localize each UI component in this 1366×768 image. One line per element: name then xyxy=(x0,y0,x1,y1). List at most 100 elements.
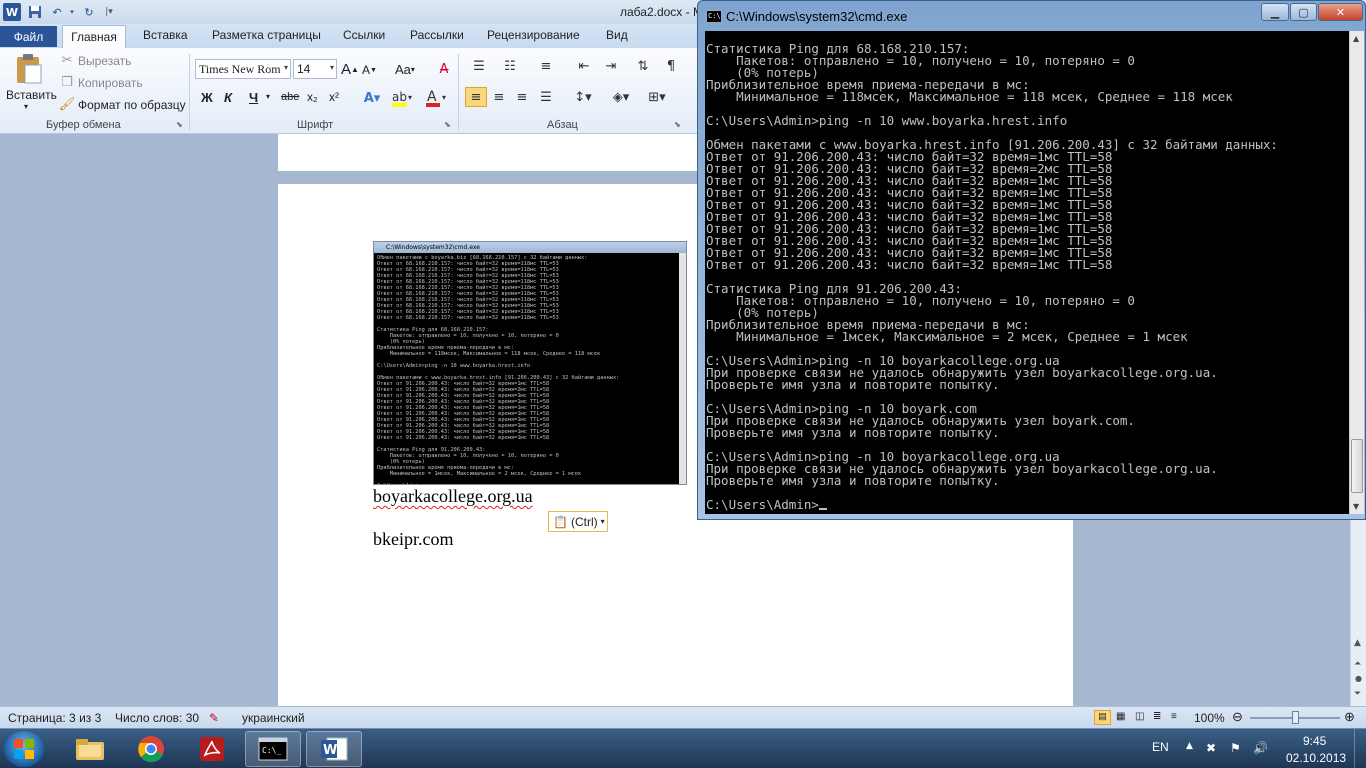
show-marks-icon[interactable]: ¶ xyxy=(661,58,681,74)
customize-qat-icon[interactable]: |▾ xyxy=(100,3,118,21)
strikethrough-button[interactable]: abe xyxy=(281,91,299,103)
redo-icon[interactable]: ↻ xyxy=(80,3,98,21)
paste-dropdown-icon[interactable]: ▾ xyxy=(24,102,28,111)
action-center-icon[interactable]: ⚑ xyxy=(1230,741,1241,755)
copy-icon[interactable]: ❐ xyxy=(60,75,74,90)
cmd-window[interactable]: C:\ C:\Windows\system32\cmd.exe ▁ ▢ ✕ Ст… xyxy=(697,0,1366,520)
underline-dropdown-icon[interactable]: ▾ xyxy=(266,92,270,101)
paste-options-button[interactable]: 📋 (Ctrl) ▾ xyxy=(548,511,608,532)
subscript-button[interactable]: x₂ xyxy=(307,90,318,104)
italic-button[interactable]: К xyxy=(224,90,232,105)
undo-dropdown-icon[interactable]: ▾ xyxy=(63,3,81,21)
align-right-icon[interactable]: ≡ xyxy=(512,87,532,107)
show-desktop-button[interactable] xyxy=(1354,729,1366,768)
network-status-icon[interactable]: ✖ xyxy=(1206,741,1216,755)
console-scrollbar[interactable]: ▲ ▼ xyxy=(1349,31,1364,514)
bold-button[interactable]: Ж xyxy=(201,90,213,105)
cut-button[interactable]: Вырезать xyxy=(78,54,131,68)
shading-icon[interactable]: ◈▾ xyxy=(608,87,634,107)
tab-references[interactable]: Ссылки xyxy=(343,28,385,42)
paste-button[interactable]: Вставить xyxy=(6,88,57,102)
decrease-indent-icon[interactable]: ⇤ xyxy=(574,58,594,74)
format-painter-button[interactable]: Формат по образцу xyxy=(78,98,186,112)
word-logo-icon[interactable]: W xyxy=(3,3,21,21)
acrobat-taskbar-button[interactable] xyxy=(184,731,240,767)
scroll-up-icon[interactable]: ▲ xyxy=(1353,34,1359,43)
clear-formatting-icon[interactable]: A̶ xyxy=(434,60,454,78)
multilevel-list-icon[interactable]: ≡ xyxy=(536,58,556,74)
clipboard-launcher-icon[interactable]: ⬊ xyxy=(176,120,183,129)
zoom-level[interactable]: 100% xyxy=(1194,711,1225,725)
tab-file[interactable]: Файл xyxy=(0,26,57,47)
input-language[interactable]: EN xyxy=(1152,740,1169,754)
line-spacing-icon[interactable]: ↕▾ xyxy=(570,87,596,107)
cmd-window-icon[interactable]: C:\ xyxy=(706,10,722,23)
language-indicator[interactable]: украинский xyxy=(242,711,305,725)
prev-page-icon[interactable]: ⏶ xyxy=(1354,659,1361,669)
increase-indent-icon[interactable]: ⇥ xyxy=(601,58,621,74)
cmd-taskbar-button[interactable]: C:\_ xyxy=(245,731,301,767)
sort-icon[interactable]: ⇅ xyxy=(633,58,653,74)
console-scrollbar-thumb[interactable] xyxy=(1351,439,1363,493)
font-size-combo[interactable]: 14 ▾ xyxy=(293,59,337,79)
superscript-button[interactable]: x² xyxy=(329,90,339,104)
tab-view[interactable]: Вид xyxy=(606,28,628,42)
scroll-down-icon[interactable]: ▼ xyxy=(1353,502,1359,511)
tab-page-layout[interactable]: Разметка страницы xyxy=(212,28,321,42)
maximize-button[interactable]: ▢ xyxy=(1290,3,1317,21)
tab-home[interactable]: Главная xyxy=(62,25,126,48)
text-effects-icon[interactable]: A▾ xyxy=(360,88,384,108)
borders-icon[interactable]: ⊞▾ xyxy=(644,87,670,107)
bullets-icon[interactable]: ☰ xyxy=(469,58,489,74)
tab-mailings[interactable]: Рассылки xyxy=(410,28,464,42)
spellcheck-icon[interactable]: ✎ xyxy=(209,711,219,725)
numbering-icon[interactable]: ☷ xyxy=(500,58,520,74)
underline-button[interactable]: Ч xyxy=(249,90,258,105)
close-button[interactable]: ✕ xyxy=(1318,3,1363,21)
tab-insert[interactable]: Вставка xyxy=(143,28,188,42)
clock-date[interactable]: 02.10.2013 xyxy=(1286,751,1346,765)
full-screen-reading-icon[interactable]: ▦ xyxy=(1116,711,1125,722)
chrome-taskbar-button[interactable] xyxy=(123,731,179,767)
font-name-combo[interactable]: Times New Rom ▾ xyxy=(195,59,291,79)
page-count[interactable]: Страница: 3 из 3 xyxy=(8,711,101,725)
draft-icon[interactable]: ≡ xyxy=(1171,711,1177,722)
tab-review[interactable]: Рецензирование xyxy=(487,28,580,42)
explorer-taskbar-button[interactable] xyxy=(62,731,118,767)
highlight-icon[interactable]: ab ▾ xyxy=(390,88,416,108)
font-launcher-icon[interactable]: ⬊ xyxy=(444,120,451,129)
clock-time[interactable]: 9:45 xyxy=(1303,734,1326,748)
browse-object-icon[interactable]: ● xyxy=(1355,674,1362,683)
align-center-icon[interactable]: ≡ xyxy=(489,87,509,107)
format-painter-icon[interactable]: 🖌 xyxy=(59,97,76,112)
paragraph-launcher-icon[interactable]: ⬊ xyxy=(674,120,681,129)
chevron-down-icon[interactable]: ▾ xyxy=(284,63,288,72)
document-line-2[interactable]: bkeipr.com xyxy=(373,529,453,550)
minimize-button[interactable]: ▁ xyxy=(1261,3,1289,21)
align-left-icon[interactable]: ≡ xyxy=(465,87,487,107)
word-count[interactable]: Число слов: 30 xyxy=(115,711,199,725)
justify-icon[interactable]: ☰ xyxy=(536,87,556,107)
zoom-in-icon[interactable]: ⊕ xyxy=(1344,709,1355,725)
print-layout-icon[interactable]: ▤ xyxy=(1094,710,1111,725)
web-layout-icon[interactable]: ◫ xyxy=(1135,711,1144,722)
font-color-icon[interactable]: A ▾ xyxy=(424,88,450,108)
outline-icon[interactable]: ≣ xyxy=(1153,711,1161,722)
grow-font-button[interactable]: A ▲ xyxy=(341,61,359,78)
change-case-button[interactable]: Aa ▾ xyxy=(395,62,415,77)
save-icon[interactable] xyxy=(26,3,44,21)
zoom-out-icon[interactable]: ⊖ xyxy=(1232,709,1243,725)
document-line-1[interactable]: boyarkacollege.org.ua xyxy=(373,486,533,507)
zoom-slider-thumb[interactable] xyxy=(1292,711,1299,724)
embedded-cmd-screenshot[interactable]: C:\Windows\system32\cmd.exe Обмен пакета… xyxy=(373,241,687,485)
cut-icon[interactable]: ✂ xyxy=(60,53,74,68)
chevron-down-icon[interactable]: ▾ xyxy=(330,63,334,72)
next-page-icon[interactable]: ⏷ xyxy=(1354,689,1361,699)
copy-button[interactable]: Копировать xyxy=(78,76,143,90)
console-output[interactable]: Статистика Ping для 68.168.210.157: Паке… xyxy=(705,31,1349,514)
paste-icon[interactable] xyxy=(12,52,46,86)
shrink-font-button[interactable]: A ▼ xyxy=(362,63,377,77)
volume-icon[interactable]: 🔊 xyxy=(1253,741,1268,755)
tray-expand-icon[interactable]: ▲ xyxy=(1186,741,1193,751)
start-button[interactable] xyxy=(4,731,44,767)
